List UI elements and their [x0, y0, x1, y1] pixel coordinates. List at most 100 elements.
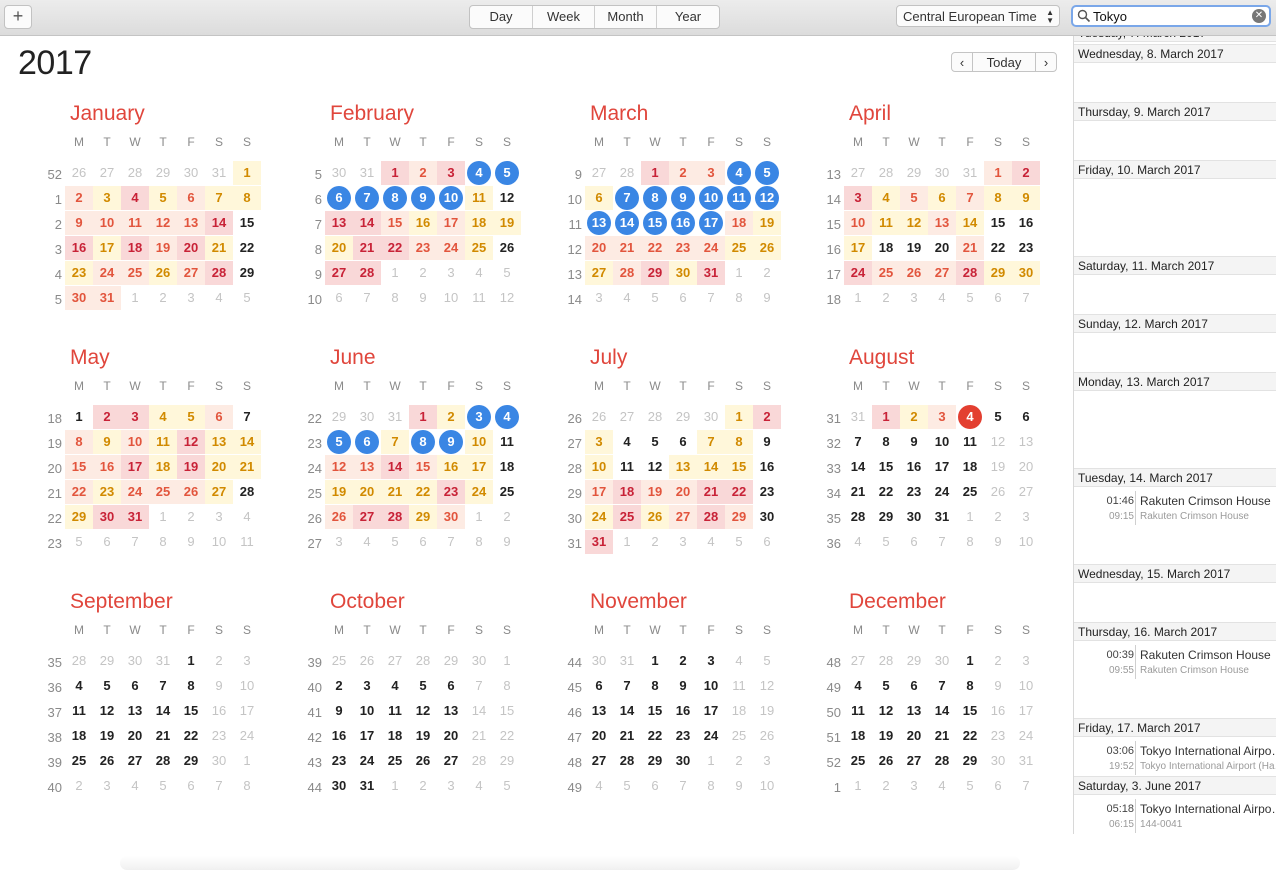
day-cell[interactable]: 26 — [65, 161, 93, 185]
day-cell[interactable]: 28 — [872, 649, 900, 673]
day-cell[interactable]: 2 — [409, 161, 437, 185]
day-cell[interactable]: 2 — [493, 505, 521, 529]
previous-year-button[interactable]: ‹ — [951, 52, 973, 72]
day-cell[interactable]: 4 — [149, 405, 177, 429]
day-cell[interactable]: 2 — [900, 405, 928, 429]
day-cell[interactable]: 8 — [381, 186, 409, 210]
day-cell[interactable]: 10 — [697, 674, 725, 698]
day-cell[interactable]: 1 — [984, 161, 1012, 185]
day-cell[interactable]: 30 — [325, 774, 353, 798]
day-cell[interactable]: 8 — [65, 430, 93, 454]
day-cell[interactable]: 5 — [493, 161, 521, 185]
day-cell[interactable]: 27 — [900, 749, 928, 773]
day-cell[interactable]: 3 — [1012, 505, 1040, 529]
day-cell[interactable]: 3 — [93, 186, 121, 210]
day-cell[interactable]: 4 — [928, 286, 956, 310]
day-cell[interactable]: 13 — [325, 211, 353, 235]
day-cell[interactable]: 27 — [613, 405, 641, 429]
day-cell[interactable]: 30 — [205, 749, 233, 773]
day-cell[interactable]: 9 — [409, 286, 437, 310]
day-cell[interactable]: 25 — [725, 724, 753, 748]
day-cell[interactable]: 31 — [353, 774, 381, 798]
day-cell[interactable]: 30 — [465, 649, 493, 673]
day-cell[interactable]: 20 — [353, 480, 381, 504]
day-cell[interactable]: 19 — [753, 211, 781, 235]
day-cell[interactable]: 9 — [493, 530, 521, 554]
day-cell[interactable]: 5 — [984, 405, 1012, 429]
day-cell[interactable]: 18 — [956, 455, 984, 479]
day-cell[interactable]: 30 — [753, 505, 781, 529]
day-cell[interactable]: 11 — [613, 455, 641, 479]
day-cell[interactable]: 8 — [956, 530, 984, 554]
day-cell[interactable]: 27 — [585, 749, 613, 773]
day-cell[interactable]: 7 — [353, 286, 381, 310]
day-cell[interactable]: 17 — [697, 699, 725, 723]
day-cell[interactable]: 1 — [641, 649, 669, 673]
day-cell[interactable]: 6 — [437, 674, 465, 698]
day-cell[interactable]: 27 — [205, 480, 233, 504]
day-cell[interactable]: 15 — [872, 455, 900, 479]
day-cell[interactable]: 25 — [325, 649, 353, 673]
day-cell[interactable]: 25 — [381, 749, 409, 773]
day-cell[interactable]: 10 — [233, 674, 261, 698]
month-name[interactable]: June — [330, 346, 376, 370]
day-cell[interactable]: 8 — [725, 430, 753, 454]
day-cell[interactable]: 11 — [725, 186, 753, 210]
day-cell[interactable]: 2 — [409, 774, 437, 798]
day-cell[interactable]: 6 — [325, 186, 353, 210]
day-cell[interactable]: 31 — [1012, 749, 1040, 773]
day-cell[interactable]: 7 — [613, 674, 641, 698]
day-cell[interactable]: 19 — [177, 455, 205, 479]
day-cell[interactable]: 5 — [149, 186, 177, 210]
day-cell[interactable]: 28 — [697, 505, 725, 529]
day-cell[interactable]: 12 — [149, 211, 177, 235]
day-cell[interactable]: 29 — [669, 405, 697, 429]
day-cell[interactable]: 29 — [409, 505, 437, 529]
day-cell[interactable]: 30 — [669, 261, 697, 285]
day-cell[interactable]: 2 — [65, 186, 93, 210]
day-cell[interactable]: 9 — [205, 674, 233, 698]
day-cell[interactable]: 7 — [121, 530, 149, 554]
day-cell[interactable]: 4 — [353, 530, 381, 554]
day-cell[interactable]: 14 — [233, 430, 261, 454]
day-cell[interactable]: 3 — [697, 649, 725, 673]
day-cell[interactable]: 7 — [149, 674, 177, 698]
day-cell[interactable]: 6 — [205, 405, 233, 429]
day-cell[interactable]: 5 — [177, 405, 205, 429]
day-cell[interactable]: 21 — [844, 480, 872, 504]
day-cell[interactable]: 29 — [233, 261, 261, 285]
day-cell[interactable]: 23 — [409, 236, 437, 260]
search-field[interactable]: ✕ — [1071, 5, 1271, 27]
day-cell[interactable]: 8 — [409, 430, 437, 454]
day-cell[interactable]: 26 — [177, 480, 205, 504]
day-cell[interactable]: 1 — [381, 261, 409, 285]
day-cell[interactable]: 3 — [353, 674, 381, 698]
day-cell[interactable]: 28 — [613, 261, 641, 285]
day-cell[interactable]: 2 — [984, 505, 1012, 529]
search-result-event[interactable]: 01:46 09:15 Rakuten Crimson House Rakuten C… — [1074, 488, 1276, 528]
day-cell[interactable]: 3 — [753, 749, 781, 773]
day-cell[interactable]: 30 — [65, 286, 93, 310]
day-cell[interactable]: 5 — [233, 286, 261, 310]
day-cell[interactable]: 8 — [697, 774, 725, 798]
day-cell[interactable]: 11 — [465, 286, 493, 310]
day-cell[interactable]: 3 — [325, 530, 353, 554]
day-cell[interactable]: 26 — [493, 236, 521, 260]
day-cell[interactable]: 16 — [900, 455, 928, 479]
day-cell[interactable]: 13 — [585, 211, 613, 235]
day-cell[interactable]: 31 — [353, 161, 381, 185]
day-cell[interactable]: 14 — [149, 699, 177, 723]
day-cell[interactable]: 28 — [641, 405, 669, 429]
day-cell[interactable]: 5 — [493, 261, 521, 285]
day-cell[interactable]: 18 — [465, 211, 493, 235]
day-cell[interactable]: 21 — [613, 724, 641, 748]
day-cell[interactable]: 30 — [669, 749, 697, 773]
day-cell[interactable]: 15 — [177, 699, 205, 723]
day-cell[interactable]: 19 — [409, 724, 437, 748]
day-cell[interactable]: 26 — [353, 649, 381, 673]
day-cell[interactable]: 7 — [669, 774, 697, 798]
day-cell[interactable]: 10 — [121, 430, 149, 454]
day-cell[interactable]: 4 — [585, 774, 613, 798]
day-cell[interactable]: 11 — [233, 530, 261, 554]
day-cell[interactable]: 12 — [325, 455, 353, 479]
